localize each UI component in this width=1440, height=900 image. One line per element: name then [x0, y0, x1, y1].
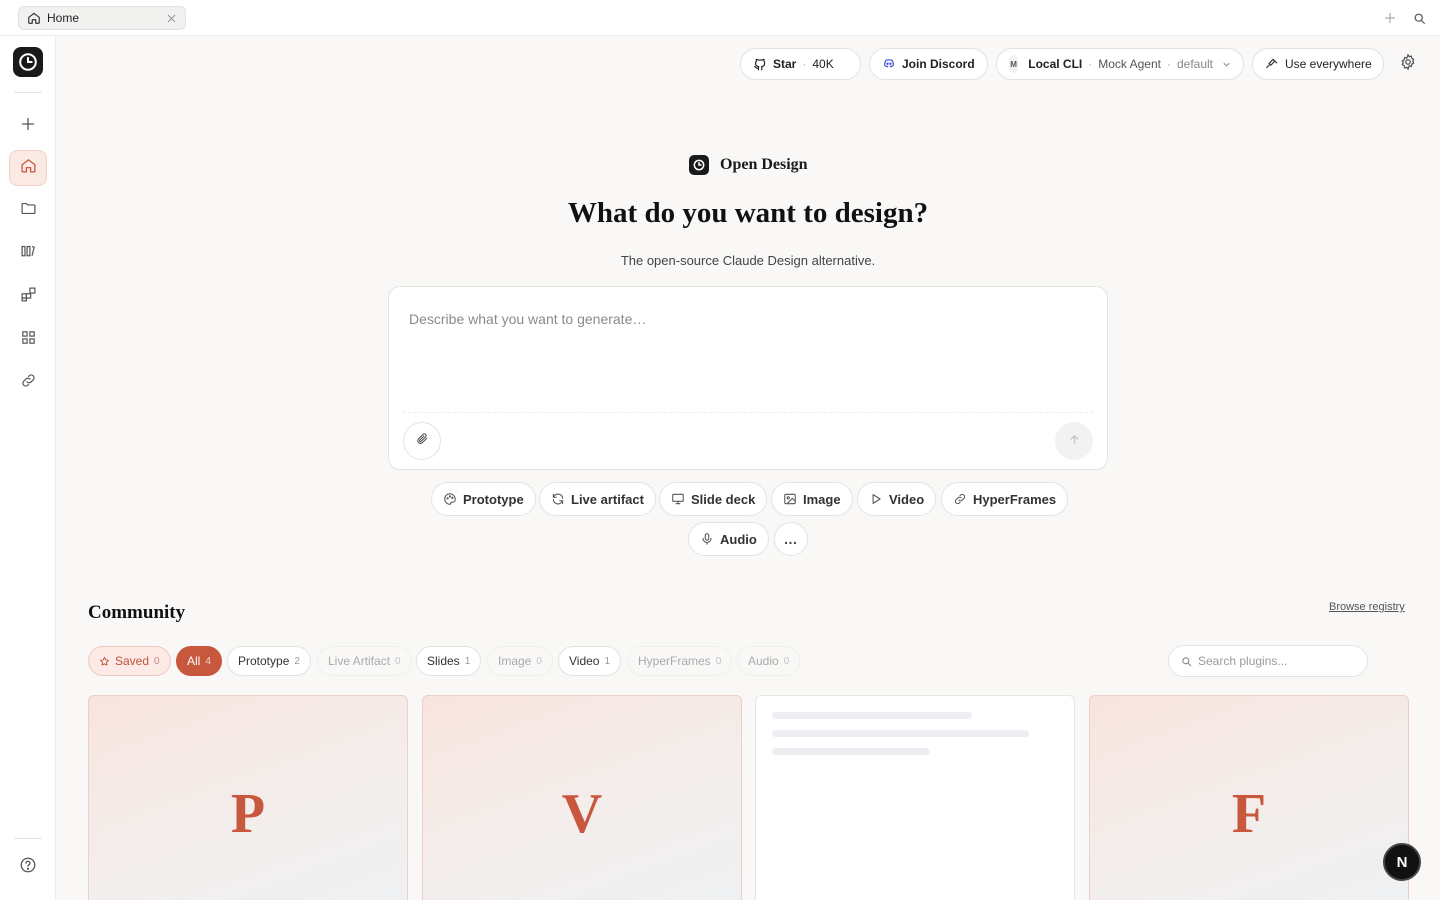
- skeleton-line: [772, 748, 930, 755]
- skeleton-line: [772, 730, 1029, 737]
- send-button[interactable]: [1055, 422, 1093, 460]
- sidebar-divider: [14, 838, 42, 839]
- github-star-button[interactable]: Star · 40K: [740, 48, 861, 80]
- star-label: Star: [773, 57, 797, 71]
- home-icon: [20, 157, 37, 179]
- settings-button[interactable]: [1398, 52, 1418, 76]
- plugin-search: [1168, 645, 1368, 677]
- plugin-card-loading: [755, 695, 1075, 900]
- new-tab-plus-icon[interactable]: [1382, 10, 1398, 26]
- attach-button[interactable]: [403, 422, 441, 460]
- search-icon[interactable]: [1411, 10, 1427, 26]
- home-icon: [27, 11, 41, 25]
- link-icon: [953, 492, 967, 506]
- plugin-search-input[interactable]: [1198, 654, 1355, 668]
- sidebar-item-apps[interactable]: [9, 322, 47, 358]
- sidebar-item-plugins[interactable]: [9, 279, 47, 315]
- filter-saved[interactable]: Saved 0: [88, 646, 171, 676]
- community-title: Community: [88, 602, 186, 623]
- card-letter: V: [561, 783, 603, 845]
- plug-icon: [1265, 57, 1279, 71]
- mode-image[interactable]: Image: [771, 482, 853, 516]
- mode-slide-deck[interactable]: Slide deck: [659, 482, 768, 516]
- mode-video[interactable]: Video: [857, 482, 937, 516]
- monitor-icon: [671, 492, 685, 506]
- sidebar-help-button[interactable]: [9, 849, 47, 885]
- mic-icon: [700, 532, 714, 546]
- plugin-card[interactable]: V: [422, 695, 742, 900]
- plugin-card[interactable]: F: [1089, 695, 1409, 900]
- filter-hyperframes[interactable]: HyperFrames 0: [627, 646, 733, 676]
- tab-home[interactable]: Home: [18, 6, 186, 30]
- sidebar-item-home[interactable]: [9, 150, 47, 186]
- filter-prototype[interactable]: Prototype 2: [227, 646, 311, 676]
- agent-selector[interactable]: M Local CLI · Mock Agent · default: [996, 48, 1244, 80]
- discord-label: Join Discord: [902, 57, 975, 71]
- agent-badge-icon: M: [1009, 55, 1019, 73]
- plus-icon: [20, 116, 36, 137]
- paperclip-icon: [416, 432, 429, 450]
- github-icon: [753, 57, 767, 71]
- plugin-card[interactable]: P: [88, 695, 408, 900]
- sidebar: [0, 36, 56, 900]
- n-badge-button[interactable]: N: [1383, 843, 1421, 881]
- filter-all[interactable]: All 4: [176, 646, 222, 676]
- help-icon: [19, 856, 37, 879]
- link-icon: [20, 372, 37, 394]
- mode-more-button[interactable]: …: [774, 522, 808, 556]
- agent-name: Mock Agent: [1098, 57, 1161, 71]
- discord-icon: [882, 57, 896, 71]
- n-logo-icon: N: [1396, 853, 1408, 871]
- tab-label: Home: [47, 11, 80, 25]
- filter-slides[interactable]: Slides 1: [416, 646, 482, 676]
- star-count: 40K: [812, 57, 834, 71]
- agent-profile: default: [1176, 57, 1213, 71]
- use-everywhere-label: Use everywhere: [1285, 57, 1372, 71]
- open-design-logo-icon[interactable]: [13, 47, 43, 77]
- top-tab-bar: Home: [0, 0, 1440, 36]
- blocks-icon: [20, 286, 37, 308]
- mode-live-artifact[interactable]: Live artifact: [539, 482, 656, 516]
- refresh-icon: [551, 492, 565, 506]
- brand-name: Open Design: [720, 156, 808, 173]
- sidebar-item-integrations[interactable]: [9, 365, 47, 401]
- card-letter: P: [230, 783, 266, 845]
- mode-hyperframes[interactable]: HyperFrames: [941, 482, 1069, 516]
- agent-source: Local CLI: [1028, 57, 1083, 71]
- search-icon: [1181, 656, 1192, 667]
- browse-registry-link[interactable]: Browse registry: [1329, 601, 1405, 613]
- filter-image[interactable]: Image 0: [487, 646, 553, 676]
- star-icon: [99, 656, 110, 667]
- prompt-input[interactable]: [409, 311, 1089, 401]
- arrow-up-icon: [1069, 432, 1080, 450]
- mode-prototype[interactable]: Prototype: [431, 482, 536, 516]
- skeleton-line: [772, 712, 972, 719]
- gear-icon: [1399, 52, 1417, 76]
- brand: Open Design: [689, 154, 808, 176]
- page-subtitle: The open-source Claude Design alternativ…: [620, 253, 876, 268]
- join-discord-button[interactable]: Join Discord: [869, 48, 988, 80]
- palette-icon: [443, 492, 457, 506]
- card-letter: F: [1231, 783, 1267, 845]
- chevron-down-icon: [1222, 60, 1231, 69]
- prompt-composer: [388, 286, 1108, 470]
- image-icon: [783, 492, 797, 506]
- sidebar-new-button[interactable]: [9, 108, 47, 144]
- close-icon[interactable]: [165, 12, 177, 24]
- page-title: What do you want to design?: [567, 197, 929, 229]
- mode-audio[interactable]: Audio: [688, 522, 769, 556]
- grid-icon: [20, 329, 37, 351]
- filter-live-artifact[interactable]: Live Artifact 0: [317, 646, 412, 676]
- more-icon: …: [783, 531, 799, 547]
- play-icon: [869, 492, 883, 506]
- sidebar-divider: [14, 92, 42, 93]
- filter-audio[interactable]: Audio 0: [737, 646, 801, 676]
- open-design-logo-icon: [689, 155, 709, 175]
- use-everywhere-button[interactable]: Use everywhere: [1252, 48, 1384, 80]
- filter-video[interactable]: Video 1: [558, 646, 622, 676]
- composer-divider: [403, 412, 1093, 413]
